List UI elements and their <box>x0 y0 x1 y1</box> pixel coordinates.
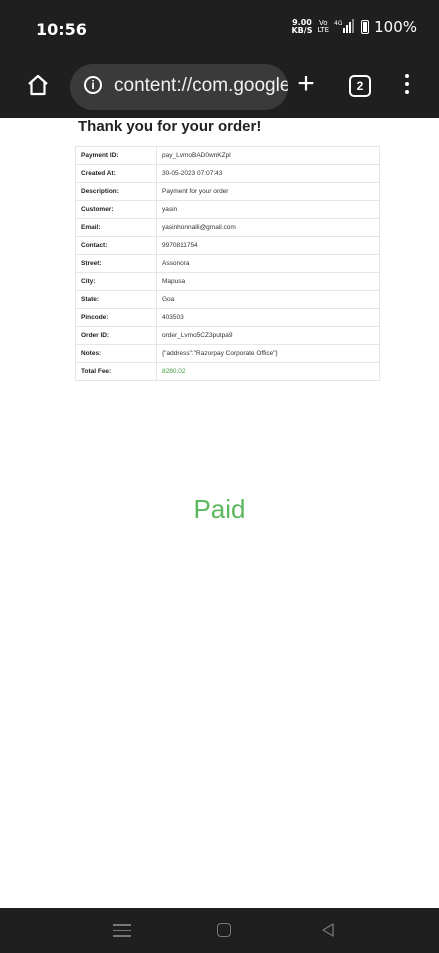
field-label: City: <box>75 272 157 291</box>
table-row: City: Mapusa <box>75 272 380 291</box>
payment-status: Paid <box>193 494 246 524</box>
address-bar[interactable]: i content://com.google.android <box>70 64 288 110</box>
battery-percent: 100% <box>374 18 417 36</box>
field-label: Total Fee: <box>75 362 157 381</box>
info-icon[interactable]: i <box>84 76 102 94</box>
system-nav-bar <box>0 908 439 953</box>
field-label: State: <box>75 290 157 309</box>
field-value: {"address":"Razorpay Corporate Office"} <box>156 344 380 363</box>
table-row: Created At: 30-05-2023 07:07:43 <box>75 164 380 183</box>
url-text[interactable]: content://com.google.android <box>114 75 288 97</box>
field-label: Description: <box>75 182 157 201</box>
field-label: Notes: <box>75 344 157 363</box>
browser-toolbar: i content://com.google.android + 2 <box>0 56 439 118</box>
svg-text:4G: 4G <box>334 20 343 27</box>
field-value: Assonora <box>156 254 380 273</box>
field-label: Pincode: <box>75 308 157 327</box>
table-row: Street: Assonora <box>75 254 380 273</box>
table-row: Description: Payment for your order <box>75 182 380 201</box>
field-label: Email: <box>75 218 157 237</box>
nav-home-icon[interactable] <box>217 923 231 937</box>
network-speed: 9.00 KB/S <box>291 19 312 35</box>
table-row: Customer: yasin <box>75 200 380 219</box>
field-label: Contact: <box>75 236 157 255</box>
field-label: Created At: <box>75 164 157 183</box>
field-label: Customer: <box>75 200 157 219</box>
field-value: Goa <box>156 290 380 309</box>
field-value: pay_LvmoBAD0wnKZpl <box>156 146 380 165</box>
field-value: Payment for your order <box>156 182 380 201</box>
back-icon[interactable] <box>320 922 336 938</box>
field-value: yasin <box>156 200 380 219</box>
new-tab-button[interactable]: + <box>290 67 322 101</box>
table-row: Notes: {"address":"Razorpay Corporate Off… <box>75 344 380 363</box>
battery-icon <box>361 20 370 34</box>
table-row: State: Goa <box>75 290 380 309</box>
field-label: Order ID: <box>75 326 157 345</box>
page-title: Thank you for your order! <box>78 118 262 135</box>
home-icon[interactable] <box>26 73 50 97</box>
table-row: Pincode: 403503 <box>75 308 380 327</box>
order-details-table: Payment ID: pay_LvmoBAD0wnKZpl Created At:… <box>75 146 380 381</box>
field-value: 30-05-2023 07:07:43 <box>156 164 380 183</box>
table-row: Total Fee: 8280.02 <box>75 362 380 381</box>
field-value: Mapusa <box>156 272 380 291</box>
field-value: 9970811754 <box>156 236 380 255</box>
table-row: Email: yasinhonnalli@gmail.com <box>75 218 380 237</box>
table-row: Contact: 9970811754 <box>75 236 380 255</box>
field-value: 403503 <box>156 308 380 327</box>
clock: 10:56 <box>36 20 87 39</box>
recents-icon[interactable] <box>113 924 131 938</box>
field-value: order_Lvmo5CZ3putpa9 <box>156 326 380 345</box>
field-label: Payment ID: <box>75 146 157 165</box>
more-menu-icon[interactable] <box>400 74 414 100</box>
signal-icon: 4G <box>334 18 356 36</box>
volte-icon: Vo LTE <box>317 19 330 34</box>
tab-switcher-button[interactable]: 2 <box>349 75 371 97</box>
field-value: yasinhonnalli@gmail.com <box>156 218 380 237</box>
network-speed-unit: KB/S <box>291 26 313 35</box>
status-indicators: 9.00 KB/S Vo LTE 4G 100% <box>291 18 417 36</box>
field-value: 8280.02 <box>156 362 380 381</box>
field-label: Street: <box>75 254 157 273</box>
table-row: Payment ID: pay_LvmoBAD0wnKZpl <box>75 146 380 165</box>
status-bar: 10:56 9.00 KB/S Vo LTE 4G 100% <box>0 0 439 56</box>
table-row: Order ID: order_Lvmo5CZ3putpa9 <box>75 326 380 345</box>
